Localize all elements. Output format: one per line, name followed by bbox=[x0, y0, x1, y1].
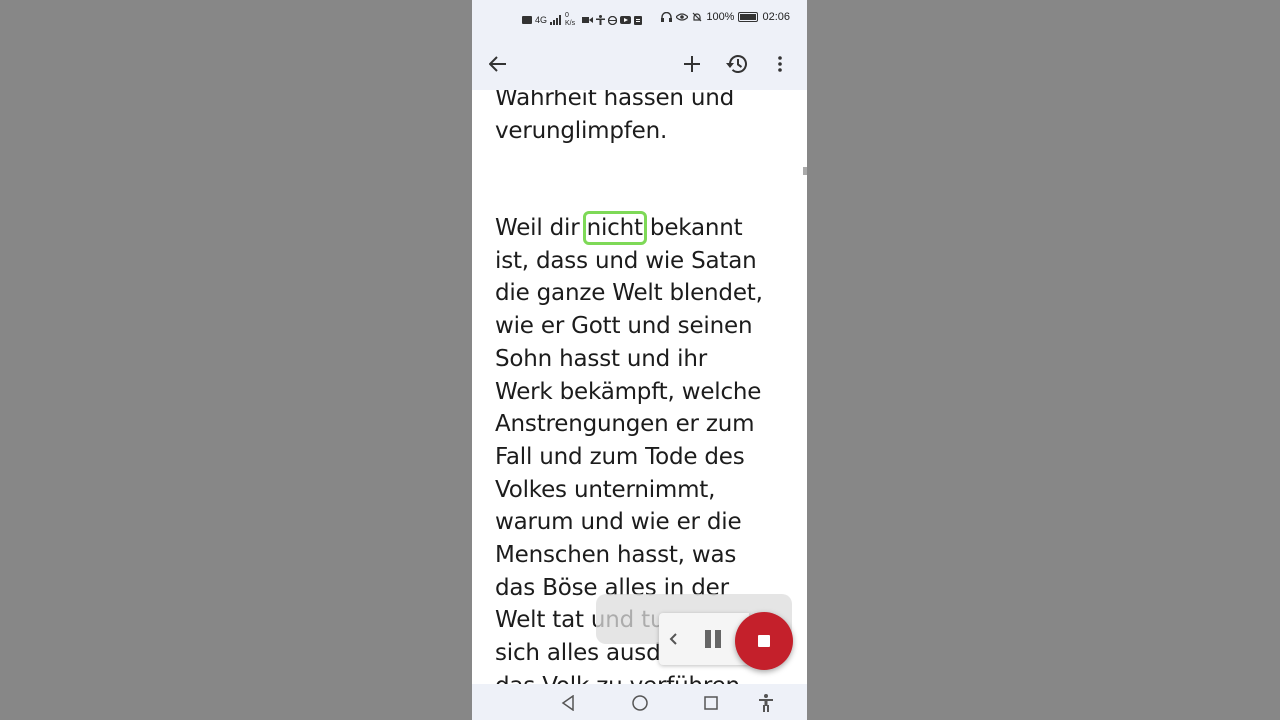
paragraph-1: Wahrheit hassen und verunglimpfen. bbox=[495, 90, 734, 147]
text-line: Werk bekämpft, welche bbox=[495, 378, 762, 405]
accessibility-button[interactable] bbox=[755, 692, 777, 714]
signal-label: 4G bbox=[535, 15, 548, 25]
app-toolbar bbox=[472, 38, 807, 90]
add-button[interactable] bbox=[677, 49, 707, 79]
text-segment: Weil dir bbox=[495, 215, 587, 241]
battery-icon bbox=[738, 12, 759, 22]
eye-icon bbox=[676, 13, 689, 21]
status-time: 02:06 bbox=[762, 11, 790, 23]
text-line: Fall und zum Tode des bbox=[495, 443, 745, 470]
pause-icon bbox=[715, 630, 721, 648]
status-icons-right: 100% 02:06 bbox=[661, 11, 790, 23]
accessibility-icon bbox=[759, 694, 773, 712]
collapse-recorder-button[interactable] bbox=[665, 627, 681, 651]
status-bar: 4G 0 K/s 100% 02:06 bbox=[472, 0, 807, 38]
nav-back-button[interactable] bbox=[557, 692, 579, 714]
text-line: Menschen hasst, was bbox=[495, 542, 737, 569]
history-button[interactable] bbox=[722, 49, 752, 79]
highlighted-word: nicht bbox=[582, 211, 647, 245]
nav-home-icon bbox=[632, 695, 648, 711]
text-line: Volkes unternimmt, bbox=[495, 476, 716, 503]
text-line: Weil dir nicht bekannt bbox=[495, 211, 763, 245]
nav-back-icon bbox=[561, 695, 574, 711]
chevron-left-icon bbox=[669, 633, 677, 645]
pause-recording-button[interactable] bbox=[701, 627, 725, 651]
text-line: ist, dass und wie Satan bbox=[495, 247, 757, 274]
text-line: die ganze Welt blendet, bbox=[495, 280, 763, 307]
history-icon bbox=[726, 55, 747, 73]
stop-recording-button[interactable] bbox=[735, 612, 793, 670]
pause-icon bbox=[705, 630, 711, 648]
youtube-icon bbox=[620, 16, 632, 24]
back-button[interactable] bbox=[483, 49, 513, 79]
video-record-icon bbox=[582, 17, 594, 23]
nav-recents-icon bbox=[704, 696, 718, 710]
system-nav-bar bbox=[472, 684, 807, 720]
phone-screen: 4G 0 K/s 100% 02:06 Wahrheit hassen und … bbox=[472, 0, 807, 720]
stop-icon bbox=[758, 635, 770, 647]
status-icons-left: 4G 0 K/s bbox=[522, 12, 643, 28]
nav-recents-button[interactable] bbox=[700, 692, 722, 714]
more-vert-icon bbox=[778, 56, 782, 72]
text-line: das Volk zu verführen bbox=[495, 670, 763, 684]
volte-icon bbox=[522, 16, 532, 24]
clipboard-icon bbox=[634, 15, 643, 25]
scrollbar-thumb[interactable] bbox=[803, 167, 807, 175]
text-line: Anstrengungen er zum bbox=[495, 411, 755, 438]
text-line: warum und wie er die bbox=[495, 509, 742, 536]
text-line: wie er Gott und seinen bbox=[495, 313, 753, 340]
text-line: Wahrheit hassen und bbox=[495, 90, 735, 111]
headphones-icon bbox=[661, 12, 673, 22]
accessibility-status-icon bbox=[596, 15, 606, 25]
nav-home-button[interactable] bbox=[629, 692, 651, 714]
text-segment: bekannt bbox=[642, 215, 743, 241]
text-line: verunglimpfen. bbox=[495, 117, 668, 144]
more-options-button[interactable] bbox=[765, 49, 795, 79]
text-line: Sohn hasst und ihr bbox=[495, 345, 707, 372]
net-speed: 0 K/s bbox=[565, 12, 576, 27]
back-arrow-icon bbox=[489, 56, 506, 72]
vpn-globe-icon bbox=[608, 15, 618, 25]
bell-off-icon bbox=[692, 12, 702, 22]
battery-percent: 100% bbox=[706, 11, 735, 23]
add-icon bbox=[684, 56, 700, 72]
signal-icon bbox=[550, 15, 562, 25]
